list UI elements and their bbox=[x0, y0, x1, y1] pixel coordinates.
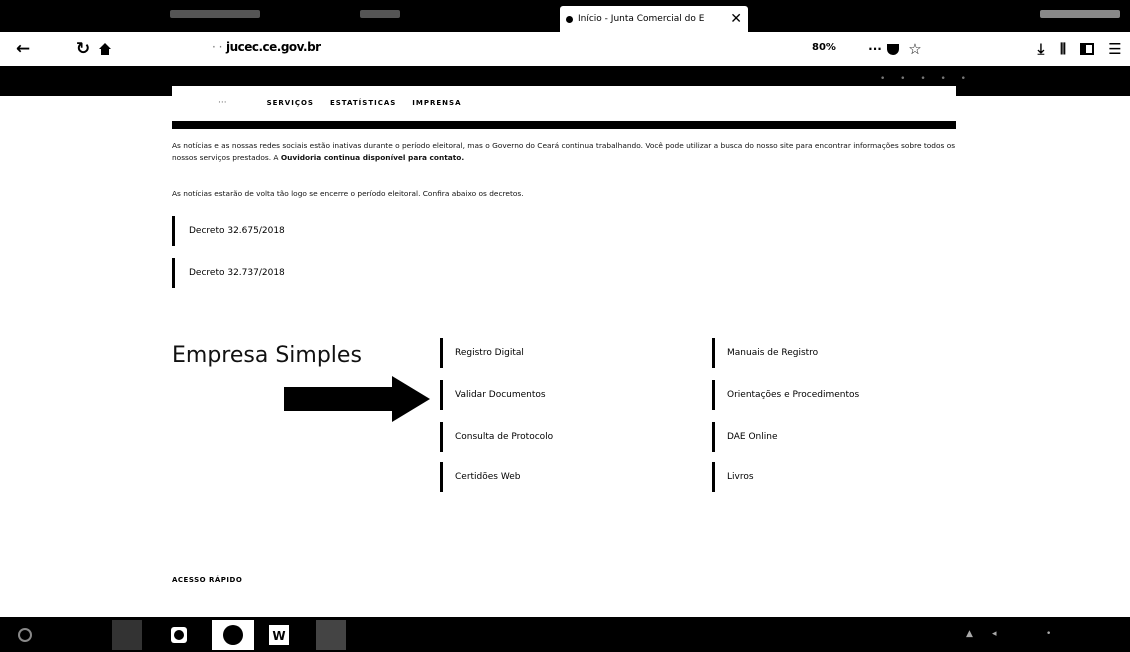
start-button[interactable] bbox=[10, 620, 40, 650]
link-registro-digital[interactable]: Registro Digital bbox=[440, 338, 524, 368]
reload-icon: ↻ bbox=[75, 39, 91, 59]
browser-toolbar: ← ↻ · · jucec.ce.gov.br 80% ··· ☆ ⤓ ⫼ ☰ bbox=[0, 32, 1130, 66]
quick-access-heading: ACESSO RÁPIDO bbox=[172, 576, 243, 584]
blurred-tab[interactable] bbox=[360, 10, 400, 18]
library-button[interactable]: ⫼ bbox=[1050, 36, 1076, 62]
decree-link[interactable]: Decreto 32.675/2018 bbox=[172, 216, 285, 246]
section-title: Empresa Simples bbox=[172, 343, 362, 368]
url-prefix: · · bbox=[212, 40, 222, 54]
notice-followup: As notícias estarão de volta tão logo se… bbox=[172, 189, 524, 198]
hamburger-icon: ☰ bbox=[1108, 40, 1122, 58]
back-button[interactable]: ← bbox=[10, 36, 36, 62]
link-orientacoes-procedimentos[interactable]: Orientações e Procedimentos bbox=[712, 380, 859, 410]
bookmark-button[interactable]: ☆ bbox=[902, 36, 928, 62]
pocket-icon bbox=[887, 44, 899, 55]
os-taskbar: W ▲ ◂ • bbox=[0, 617, 1130, 652]
active-tab[interactable]: Início - Junta Comercial do E ✕ bbox=[560, 6, 748, 32]
windows-icon bbox=[18, 628, 32, 642]
nav-link-estatisticas[interactable]: ESTATÍSTICAS bbox=[330, 99, 396, 107]
election-notice: As notícias e as nossas redes sociais es… bbox=[172, 140, 956, 164]
volume-icon[interactable]: ◂ bbox=[992, 629, 997, 639]
taskbar-media-app[interactable] bbox=[164, 620, 194, 650]
blurred-tab[interactable] bbox=[170, 10, 260, 18]
favicon-icon bbox=[566, 15, 573, 23]
link-validar-documentos[interactable]: Validar Documentos bbox=[440, 380, 546, 410]
nav-link-imprensa[interactable]: IMPRENSA bbox=[412, 99, 461, 107]
home-icon bbox=[99, 43, 111, 55]
nav-link-servicos[interactable]: SERVIÇOS bbox=[267, 99, 314, 107]
link-livros[interactable]: Livros bbox=[712, 462, 754, 492]
link-manuais-registro[interactable]: Manuais de Registro bbox=[712, 338, 818, 368]
download-icon: ⤓ bbox=[1037, 40, 1045, 58]
nav-divider bbox=[172, 121, 956, 129]
home-button[interactable] bbox=[92, 36, 118, 62]
taskbar-app[interactable] bbox=[112, 620, 142, 650]
tray-icon[interactable]: ▲ bbox=[966, 629, 973, 639]
taskbar-browser-active[interactable] bbox=[212, 620, 254, 650]
library-icon: ⫼ bbox=[1060, 41, 1066, 57]
sidebar-icon bbox=[1080, 43, 1094, 55]
browser-tabstrip: Início - Junta Comercial do E ✕ bbox=[0, 0, 1130, 32]
link-certidoes-web[interactable]: Certidões Web bbox=[440, 462, 520, 492]
browser-icon bbox=[223, 625, 243, 645]
link-dae-online[interactable]: DAE Online bbox=[712, 422, 778, 452]
menu-button[interactable]: ☰ bbox=[1102, 36, 1128, 62]
word-icon: W bbox=[269, 625, 289, 645]
svg-text:W: W bbox=[272, 629, 285, 643]
network-icon[interactable]: • bbox=[1046, 629, 1051, 639]
close-tab-icon[interactable]: ✕ bbox=[730, 11, 742, 27]
ouvidoria-link[interactable]: Ouvidoria continua disponível para conta… bbox=[281, 153, 464, 162]
social-icons: • • • • • bbox=[880, 74, 972, 84]
site-navigation: ··· SERVIÇOS ESTATÍSTICAS IMPRENSA bbox=[172, 86, 956, 120]
zoom-level[interactable]: 80% bbox=[812, 42, 836, 53]
taskbar-app[interactable] bbox=[316, 620, 346, 650]
decree-link[interactable]: Decreto 32.737/2018 bbox=[172, 258, 285, 288]
window-controls[interactable] bbox=[1040, 10, 1120, 18]
arrow-left-icon: ← bbox=[15, 39, 31, 59]
logo-placeholder: ··· bbox=[218, 98, 227, 108]
arrow-right-icon bbox=[284, 376, 430, 422]
tab-title: Início - Junta Comercial do E bbox=[578, 14, 705, 24]
url-text: jucec.ce.gov.br bbox=[225, 40, 321, 54]
link-consulta-protocolo[interactable]: Consulta de Protocolo bbox=[440, 422, 553, 452]
media-icon bbox=[171, 627, 187, 643]
sidebar-button[interactable] bbox=[1074, 36, 1100, 62]
star-icon: ☆ bbox=[908, 40, 922, 58]
address-bar[interactable]: · · jucec.ce.gov.br bbox=[212, 40, 321, 54]
taskbar-word[interactable]: W bbox=[264, 620, 294, 650]
